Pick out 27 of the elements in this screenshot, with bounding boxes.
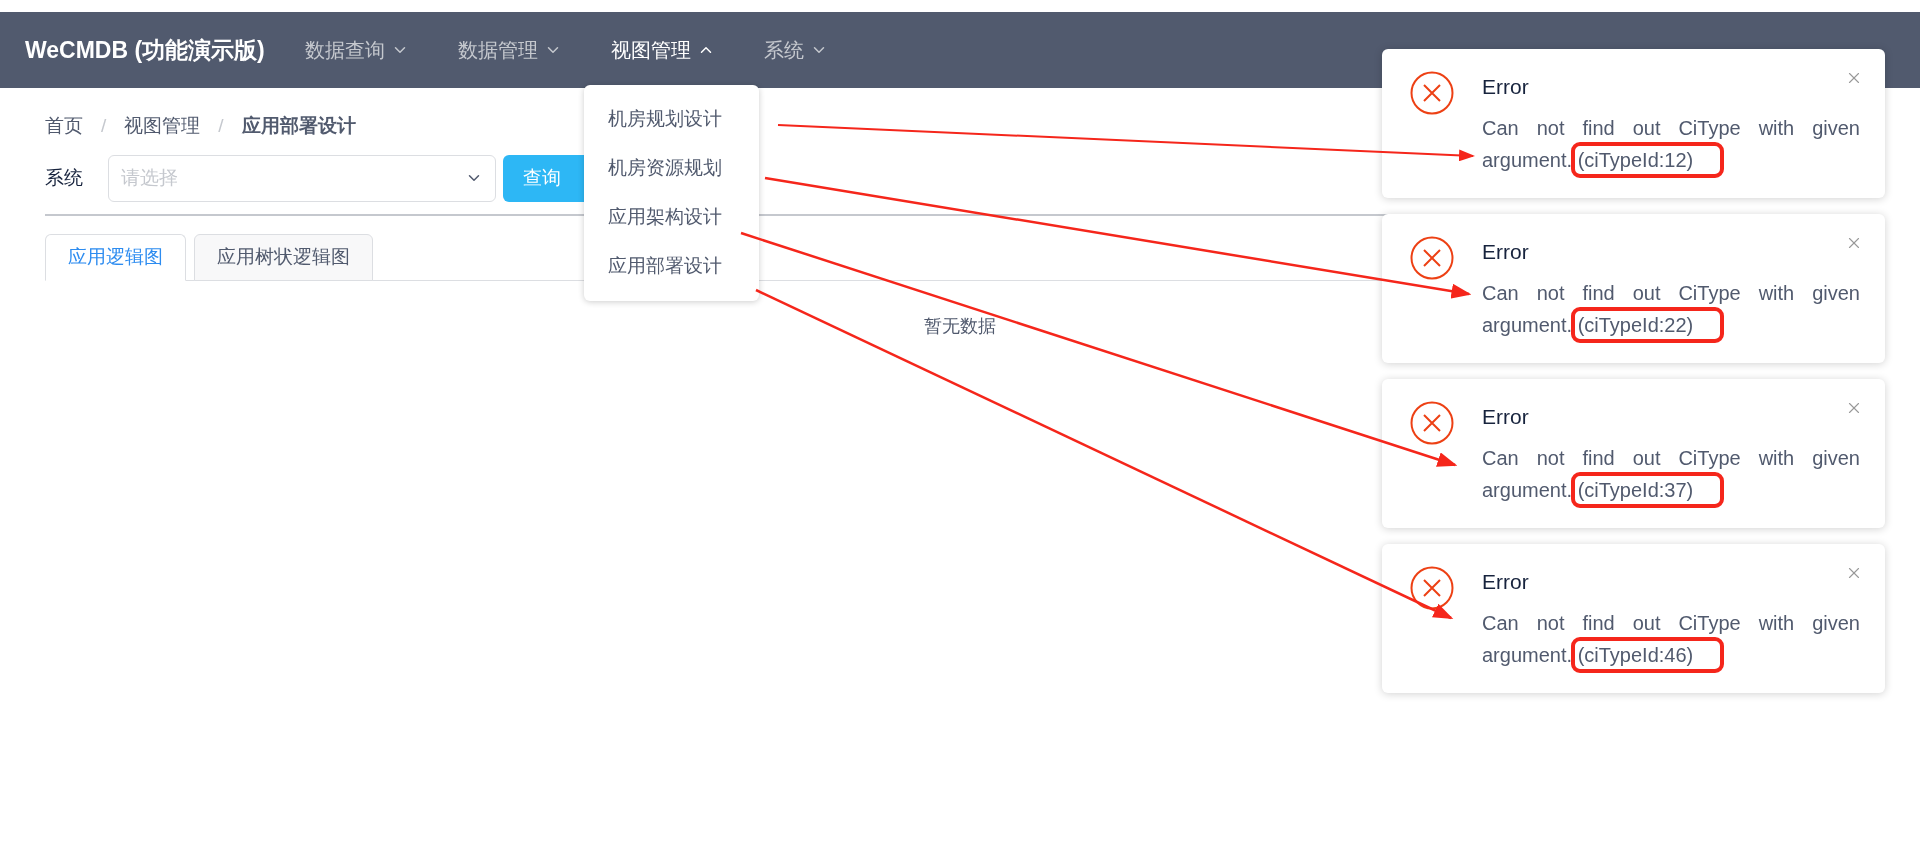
breadcrumb-separator: / bbox=[101, 113, 107, 138]
empty-message: 暂无数据 bbox=[924, 315, 996, 338]
notification-message: Can not find out CiType with given argument. (ciTypeId:12) bbox=[1482, 112, 1860, 176]
notification-title: Error bbox=[1482, 405, 1529, 428]
notification-title: Error bbox=[1482, 570, 1529, 593]
tab[interactable]: 应用树状逻辑图 bbox=[194, 234, 373, 281]
nav-menu-item[interactable]: 数据查询 bbox=[305, 35, 409, 65]
filter-label: 系统 bbox=[45, 165, 84, 190]
app-title: WeCMDB (功能演示版) bbox=[25, 36, 265, 63]
error-icon bbox=[1410, 236, 1454, 280]
notification-message: Can not find out CiType with given argument. (ciTypeId:22) bbox=[1482, 277, 1860, 341]
nav-menu-item[interactable]: 系统 bbox=[764, 35, 828, 65]
error-icon bbox=[1410, 401, 1454, 445]
breadcrumb-link[interactable]: 视图管理 bbox=[124, 111, 201, 141]
dropdown-item[interactable]: 机房规划设计 bbox=[584, 95, 759, 144]
error-icon bbox=[1410, 71, 1454, 115]
nav-menu-item[interactable]: 数据管理 bbox=[458, 35, 562, 65]
notification-title: Error bbox=[1482, 75, 1529, 98]
dropdown-item[interactable]: 应用部署设计 bbox=[584, 242, 759, 291]
breadcrumb-link[interactable]: 首页 bbox=[45, 111, 83, 141]
notification-message: Can not find out CiType with given argument. (ciTypeId:46) bbox=[1482, 607, 1860, 671]
error-icon bbox=[1410, 566, 1454, 610]
nav-menu-item[interactable]: 视图管理 bbox=[611, 35, 715, 65]
notification-message: Can not find out CiType with given argument. (ciTypeId:37) bbox=[1482, 442, 1860, 506]
breadcrumb-separator: / bbox=[218, 113, 224, 138]
breadcrumb-current: 应用部署设计 bbox=[241, 113, 356, 138]
notification-title: Error bbox=[1482, 240, 1529, 263]
